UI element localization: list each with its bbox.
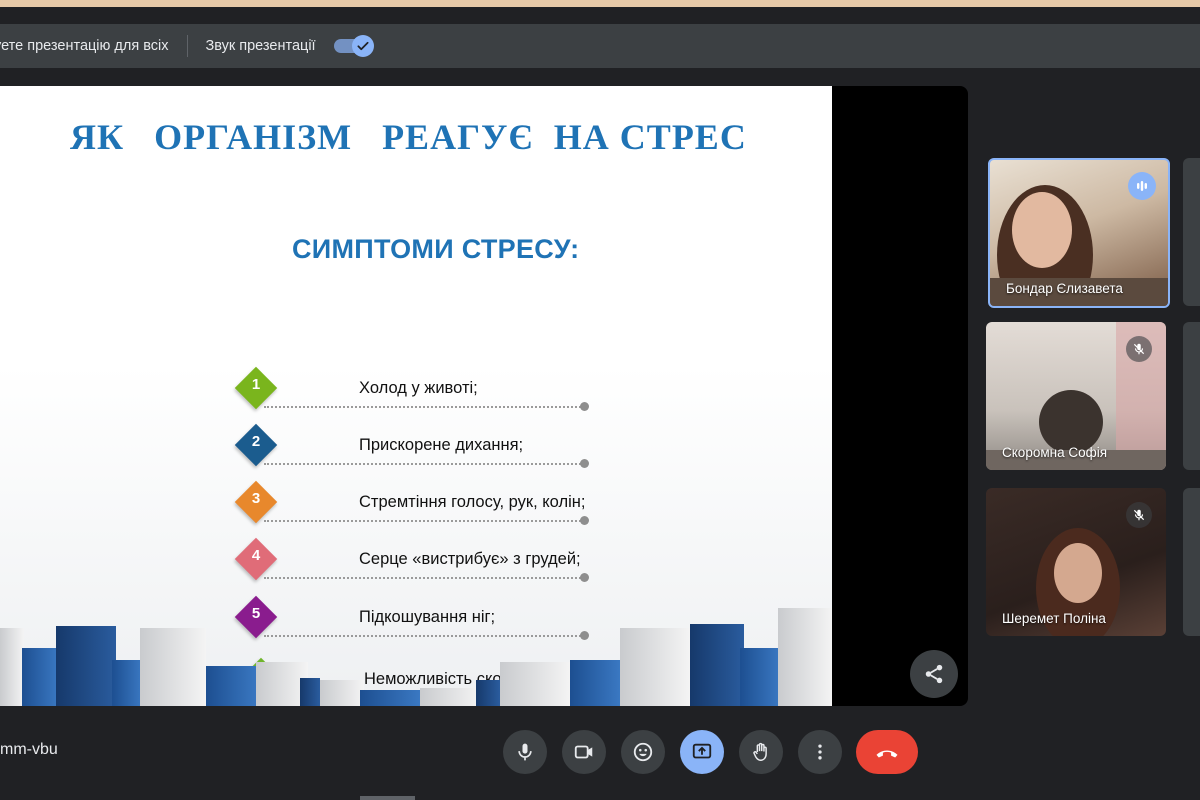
participant-name: Скоромна Софія (1002, 445, 1108, 460)
share-button[interactable] (910, 650, 958, 698)
symptom-number: 2 (251, 433, 261, 450)
top-spacer (0, 7, 1200, 24)
symptom-item: 1 Холод у животі; (234, 366, 616, 413)
mic-off-icon (1126, 502, 1152, 528)
participant-tile-partial[interactable] (1183, 322, 1200, 470)
city-skyline-decoration (0, 606, 832, 706)
camera-icon (574, 745, 593, 759)
presentation-audio-toggle[interactable] (333, 35, 374, 57)
reactions-button[interactable] (621, 730, 665, 774)
participant-name: Бондар Єлизавета (1006, 281, 1123, 296)
presentation-banner: уете презентацію для всіх Звук презентац… (0, 24, 1200, 68)
symptom-item: 2 Прискорене дихання; (234, 423, 616, 470)
emoji-icon (633, 742, 653, 762)
share-icon (925, 664, 943, 684)
presentation-slide: ЯК ОРГАНІЗМ РЕАГУЄ НА СТРЕС СИМПТОМИ СТР… (0, 86, 832, 706)
leave-call-button[interactable] (856, 730, 918, 774)
participant-name: Шеремет Поліна (1002, 611, 1106, 626)
presentation-audio-label: Звук презентації (205, 38, 316, 54)
speaking-indicator-icon (1128, 172, 1156, 200)
presentation-stage: ЯК ОРГАНІЗМ РЕАГУЄ НА СТРЕС СИМПТОМИ СТР… (0, 86, 968, 706)
scroll-indicator (360, 796, 415, 800)
more-vert-icon (818, 744, 822, 760)
participant-tile-partial[interactable] (1183, 158, 1200, 306)
symptom-text: Прискорене дихання; (359, 436, 524, 454)
present-screen-button[interactable] (680, 730, 724, 774)
slide-title: ЯК ОРГАНІЗМ РЕАГУЄ НА СТРЕС (70, 117, 747, 157)
presenting-message: уете презентацію для всіх (0, 38, 169, 54)
participant-tile[interactable]: Скоромна Софія (986, 322, 1166, 470)
banner-divider (186, 35, 188, 57)
meeting-code: mm-vbu (0, 741, 58, 758)
symptom-item: 3 Стремтіння голосу, рук, колін; (234, 480, 616, 527)
symptom-number: 1 (251, 376, 261, 393)
microphone-icon (518, 743, 532, 761)
participant-tile[interactable]: Бондар Єлизавета (988, 158, 1170, 308)
symptom-item: 4 Серце «вистрибує» з грудей; (234, 537, 616, 584)
mic-off-icon (1126, 336, 1152, 362)
symptom-number: 3 (251, 490, 261, 507)
check-icon (351, 35, 374, 57)
symptom-text: Стремтіння голосу, рук, колін; (359, 493, 586, 511)
symptom-number: 4 (251, 547, 261, 564)
window-top-edge (0, 0, 1200, 7)
slide-subtitle: СИМПТОМИ СТРЕСУ: (292, 234, 580, 264)
raise-hand-button[interactable] (739, 730, 783, 774)
symptom-text: Холод у животі; (359, 379, 478, 397)
more-options-button[interactable] (798, 730, 842, 774)
microphone-button[interactable] (503, 730, 547, 774)
present-screen-icon (692, 743, 712, 759)
hand-icon (753, 742, 767, 761)
camera-button[interactable] (562, 730, 606, 774)
hang-up-icon (876, 750, 898, 758)
symptom-text: Серце «вистрибує» з грудей; (359, 550, 581, 568)
participant-tile[interactable]: Шеремет Поліна (986, 488, 1166, 636)
participant-tile-partial[interactable] (1183, 488, 1200, 636)
